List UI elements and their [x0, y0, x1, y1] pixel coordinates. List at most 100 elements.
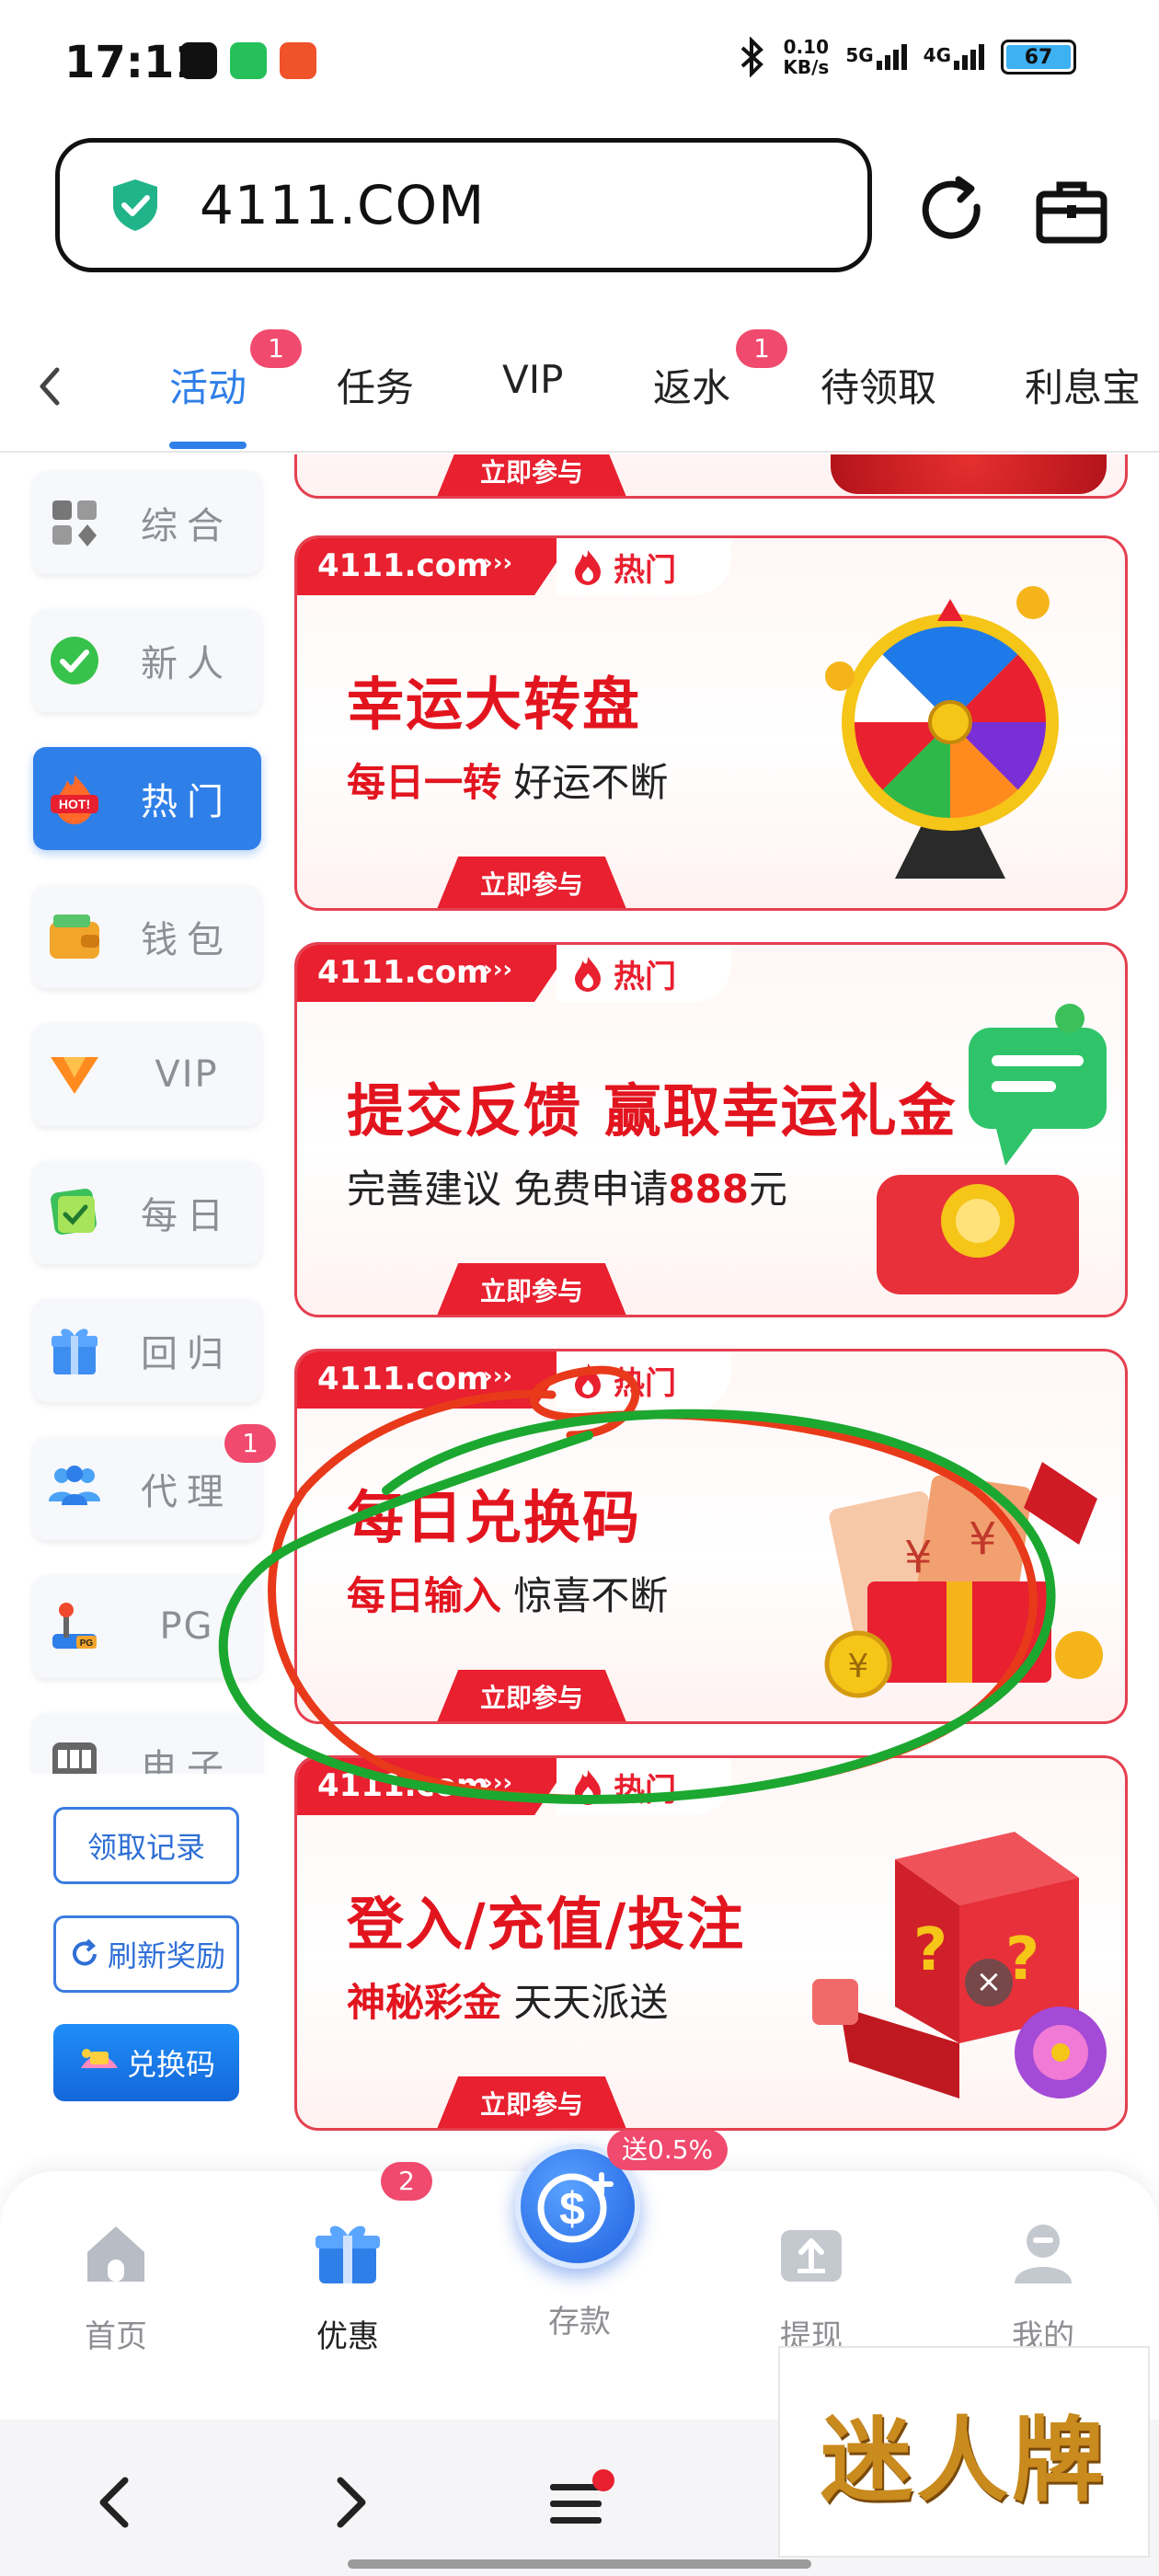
address-bar[interactable]: 4111.COM: [55, 138, 872, 272]
sidebar-actions: 领取记录 刷新奖励 兑换码: [0, 1774, 276, 2133]
tab-pending[interactable]: 待领取: [820, 357, 936, 413]
svg-text:PG: PG: [80, 1639, 94, 1649]
sidebar-agent-badge: 1: [224, 1424, 276, 1463]
activity-banner-login-deposit[interactable]: 4111.com ››› 热门 登入/充值/投注 神秘彩金 天天派送 立即参与 …: [294, 1755, 1128, 2131]
nav-profile[interactable]: 我的: [970, 2217, 1117, 2356]
status-bar: 17:11 0.10 KB/s 5G 4G 67: [0, 0, 1159, 120]
flame-icon: [575, 550, 601, 585]
activity-banner-feedback[interactable]: 4111.com ››› 热门 提交反馈 赢取幸运礼金 完善建议 免费申请888…: [294, 942, 1128, 1317]
join-button[interactable]: 立即参与: [435, 857, 628, 908]
menu-icon[interactable]: [543, 2466, 616, 2539]
join-button[interactable]: 立即参与: [435, 1670, 628, 1721]
sidebar-item-wallet[interactable]: 钱包: [33, 885, 261, 988]
banner-sub-highlight: 每日一转: [347, 760, 502, 805]
signal-4g-label: 4G: [923, 44, 951, 66]
hot-tag: 热门: [557, 1351, 731, 1409]
signal-5g: 5G: [845, 44, 907, 70]
toolbox-icon[interactable]: [1030, 170, 1113, 253]
banner-subtitle: 每日一转 好运不断: [347, 752, 668, 808]
svg-text:?: ?: [913, 1916, 947, 1984]
chevrons-icon: ›››: [483, 1363, 513, 1390]
join-button[interactable]: 立即参与: [435, 1263, 628, 1315]
banner-sub-highlight: 神秘彩金: [347, 1980, 502, 2025]
banner-sub-rest: 惊喜不断: [501, 1573, 669, 1618]
banner-domain: 4111.com: [317, 954, 489, 991]
banner-title: 提交反馈 赢取幸运礼金: [347, 1077, 958, 1144]
battery-level: 67: [1006, 45, 1071, 69]
svg-text:¥: ¥: [848, 1648, 869, 1685]
hot-icon: HOT!: [46, 770, 103, 827]
chevrons-icon: ›››: [483, 549, 513, 577]
banner-sub-highlight: 每日输入: [347, 1573, 502, 1618]
tab-interest[interactable]: 利息宝: [1025, 357, 1141, 413]
claim-records-label: 领取记录: [86, 1830, 205, 1865]
join-button[interactable]: 立即参与: [435, 2076, 628, 2128]
sidebar-label: 电子: [141, 1747, 233, 1776]
tab-rebate[interactable]: 返水: [653, 357, 730, 413]
signal-4g: 4G: [924, 44, 984, 70]
chevrons-icon: ›››: [483, 956, 513, 983]
hot-label: 热门: [614, 1364, 676, 1402]
nav-withdraw[interactable]: 提现: [738, 2217, 885, 2356]
gift-art: [831, 454, 1107, 494]
activity-banner-lucky-wheel[interactable]: 4111.com ››› 热门 幸运大转盘 每日一转 好运不断 立即参与: [294, 535, 1128, 911]
svg-text:¥: ¥: [969, 1513, 997, 1565]
joystick-icon: PG: [46, 1598, 103, 1655]
banner-title: 幸运大转盘: [347, 671, 642, 738]
url-text[interactable]: 4111.COM: [200, 174, 485, 236]
banner-sub-amount: 888: [668, 1167, 750, 1212]
tab-activities[interactable]: 活动: [169, 357, 247, 413]
sidebar-label: 新人: [141, 643, 233, 685]
sidebar-item-pg[interactable]: PG PG: [33, 1575, 261, 1678]
chevron-left-icon[interactable]: [28, 359, 74, 414]
nav-home[interactable]: 首页: [42, 2217, 189, 2356]
activity-banner-daily-code[interactable]: 4111.com ››› 热门 每日兑换码 每日输入 惊喜不断 立即参与 ¥ ¥…: [294, 1349, 1128, 1724]
sidebar-label: 热门: [141, 781, 233, 823]
sidebar-item-daily[interactable]: 每日: [33, 1161, 261, 1264]
sidebar-item-slots[interactable]: 电子: [33, 1713, 261, 1776]
category-sidebar: 综合 新人 HOT! 热门 钱包 VIP 每日 回归 代理 1 PG PG 电子: [0, 454, 276, 1776]
tab-tasks[interactable]: 任务: [337, 357, 414, 413]
net-speed-value: 0.10: [783, 36, 830, 58]
reload-icon[interactable]: [911, 170, 993, 253]
close-floating-icon[interactable]: ×: [965, 1959, 1013, 2007]
tab-activities-badge: 1: [250, 329, 302, 368]
home-icon: [87, 2226, 144, 2282]
profile-icon: [1015, 2225, 1072, 2283]
hot-label: 热门: [614, 958, 676, 995]
browser-back-icon[interactable]: [79, 2466, 153, 2539]
svg-text:$: $: [559, 2183, 585, 2235]
hot-tag: 热门: [557, 538, 731, 595]
hot-tag: 热门: [557, 1758, 731, 1815]
net-speed-unit: KB/s: [783, 56, 830, 78]
sidebar-item-hot[interactable]: HOT! 热门: [33, 747, 261, 850]
sidebar-label: 钱包: [141, 919, 233, 961]
join-button[interactable]: 立即参与: [435, 454, 628, 496]
sidebar-item-newcomer[interactable]: 新人: [33, 609, 261, 712]
browser-forward-icon[interactable]: [313, 2466, 386, 2539]
claim-records-button[interactable]: 领取记录: [53, 1807, 239, 1884]
sidebar-label: 综合: [141, 505, 233, 547]
hot-label: 热门: [614, 1771, 676, 1809]
flame-icon: [575, 1770, 601, 1805]
sidebar-item-return[interactable]: 回归: [33, 1299, 261, 1402]
nav-promotions-label: 优惠: [316, 2318, 379, 2355]
redeem-code-button[interactable]: 兑换码: [53, 2024, 239, 2101]
nav-deposit[interactable]: 存款: [506, 2278, 653, 2341]
redeem-code-label: 兑换码: [126, 2047, 215, 2082]
nav-promotions[interactable]: 优惠: [274, 2217, 421, 2356]
tab-vip[interactable]: VIP: [502, 357, 563, 402]
refresh-rewards-button[interactable]: 刷新奖励: [53, 1915, 239, 1993]
secure-shield-icon: [113, 179, 157, 231]
mystery-box-icon: ? ?: [812, 1832, 1107, 2099]
banner-domain: 4111.com: [317, 547, 489, 584]
sidebar-item-vip[interactable]: VIP: [33, 1023, 261, 1126]
agent-people-icon: [46, 1460, 103, 1517]
activity-banner-partial[interactable]: 立即参与: [294, 454, 1128, 499]
hot-tag: 热门: [557, 945, 731, 1002]
sidebar-item-all[interactable]: 综合: [33, 471, 261, 574]
gesture-handle: [348, 2559, 811, 2569]
sidebar-label: 代理: [141, 1471, 233, 1513]
signal-5g-label: 5G: [845, 44, 874, 66]
withdraw-icon: [781, 2230, 842, 2282]
